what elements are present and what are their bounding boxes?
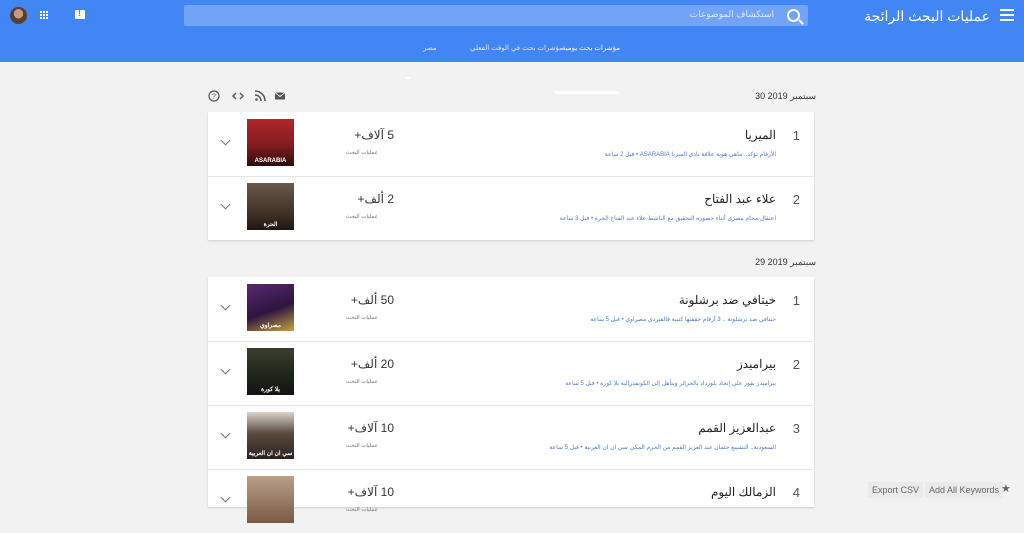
trend-article[interactable]: اعتقال محام مصري أثناء حضوره التحقيق مع … — [560, 215, 776, 222]
search-count-label: عمليات البحث — [345, 443, 378, 449]
tab-daily-trends[interactable]: مؤشرات بحث يومية — [562, 44, 620, 52]
thumbnail-source: سي ان ان العربية — [248, 451, 293, 457]
table-row[interactable]: 2 بيراميدز بيراميدز يفوز على إتحاد بلوزد… — [208, 341, 814, 406]
trend-article[interactable]: الأرقام تؤكد.. ماهي هوية علاقة نادي المي… — [605, 151, 776, 158]
table-row[interactable]: 1 الميريا الأرقام تؤكد.. ماهي هوية علاقة… — [208, 112, 814, 177]
date-heading: 29 سبتمبر 2019 — [755, 257, 816, 267]
app-title: عمليات البحث الرائجة — [864, 8, 990, 24]
chevron-down-icon[interactable] — [220, 199, 231, 210]
svg-text:?: ? — [212, 94, 216, 101]
top-app-bar: عمليات البحث الرائجة استكشاف الموضوعات م… — [0, 0, 1024, 94]
search-input[interactable]: استكشاف الموضوعات — [184, 5, 808, 26]
search-count-label: عمليات البحث — [345, 150, 378, 156]
trend-title[interactable]: عبدالعزيز القمم — [698, 421, 776, 435]
chevron-down-icon[interactable] — [220, 135, 231, 146]
search-count: 20 ألف+ — [350, 357, 394, 371]
date-heading: 30 سبتمبر 2019 — [755, 91, 816, 101]
search-placeholder: استكشاف الموضوعات — [689, 9, 774, 19]
trend-rank: 3 — [792, 421, 800, 436]
chevron-down-icon[interactable] — [220, 364, 231, 375]
feedback-icon[interactable] — [75, 8, 85, 19]
trend-rank: 2 — [792, 192, 800, 207]
rss-icon[interactable] — [254, 90, 266, 102]
add-all-keywords-button[interactable]: Add All Keywords — [925, 482, 1004, 498]
search-count-label: عمليات البحث — [345, 214, 378, 220]
avatar[interactable] — [10, 7, 27, 24]
trend-thumbnail[interactable] — [247, 476, 294, 523]
trend-thumbnail[interactable]: ASARABIA — [247, 119, 294, 166]
tab-bar: مؤشرات بحث يومية مؤشرات بحث في الوقت الف… — [0, 32, 1024, 94]
trend-title[interactable]: الميريا — [745, 128, 776, 142]
search-count-label: عمليات البحث — [345, 315, 378, 321]
trend-article[interactable]: بيراميدز يفوز على إتحاد بلوزداد بالجزائر… — [565, 380, 776, 387]
trend-article[interactable]: خيتافي ضد برشلونة .. 3 أرقام حققتها كتيب… — [590, 316, 776, 323]
apps-grid-icon[interactable] — [40, 11, 49, 20]
trend-thumbnail[interactable]: مصراوي — [247, 284, 294, 331]
trend-title[interactable]: علاء عبد الفتاح — [704, 192, 776, 206]
table-row[interactable]: 3 عبدالعزيز القمم السعودية.. التشييع جثم… — [208, 405, 814, 470]
thumbnail-source: مصراوي — [260, 323, 281, 329]
search-count: 2 ألف+ — [357, 192, 394, 206]
trend-thumbnail[interactable]: الحرة — [247, 183, 294, 230]
export-csv-button[interactable]: Export CSV — [868, 482, 924, 498]
search-count: 50 ألف+ — [350, 293, 394, 307]
chevron-down-icon[interactable] — [220, 428, 231, 439]
trend-title[interactable]: خيتافي ضد برشلونة — [679, 293, 776, 307]
trend-thumbnail[interactable]: سي ان ان العربية — [247, 412, 294, 459]
active-tab-indicator — [555, 91, 619, 94]
search-count-label: عمليات البحث — [345, 379, 378, 385]
thumbnail-source: الحرة — [263, 222, 278, 228]
trend-rank: 1 — [792, 293, 800, 308]
thumbnail-source: ASARABIA — [254, 158, 287, 164]
table-row[interactable]: 4 الزمالك اليوم 10 آلاف+ عمليات البحث — [208, 469, 814, 533]
search-count: 10 آلاف+ — [347, 485, 394, 499]
tab-country-select[interactable]: مصر — [423, 44, 437, 52]
trend-title[interactable]: الزمالك اليوم — [711, 485, 776, 499]
header-row: عمليات البحث الرائجة استكشاف الموضوعات — [0, 0, 1024, 32]
trend-rank: 1 — [792, 128, 800, 143]
search-count-label: عمليات البحث — [345, 507, 378, 513]
search-count: 10 آلاف+ — [347, 421, 394, 435]
search-count: 5 آلاف+ — [354, 128, 394, 142]
table-row[interactable]: 2 علاء عبد الفتاح اعتقال محام مصري أثناء… — [208, 176, 814, 240]
thumbnail-source: يلا كورة — [261, 387, 280, 393]
trend-card: 1 خيتافي ضد برشلونة خيتافي ضد برشلونة ..… — [208, 277, 814, 523]
trend-thumbnail[interactable]: يلا كورة — [247, 348, 294, 395]
trend-title[interactable]: بيراميدز — [737, 357, 776, 371]
chevron-down-icon[interactable] — [405, 77, 411, 81]
tab-realtime-trends[interactable]: مؤشرات بحث في الوقت الفعلي — [470, 44, 563, 52]
email-icon[interactable] — [274, 90, 286, 102]
search-icon[interactable] — [787, 9, 800, 22]
star-icon[interactable]: ★ — [1001, 482, 1011, 495]
chevron-down-icon[interactable] — [220, 300, 231, 311]
table-row[interactable]: 1 خيتافي ضد برشلونة خيتافي ضد برشلونة ..… — [208, 277, 814, 342]
embed-icon[interactable] — [232, 90, 244, 102]
help-icon[interactable]: ? — [208, 90, 220, 102]
trend-article[interactable]: السعودية.. التشييع جثمان عبد العزيز القم… — [549, 444, 776, 451]
trend-rank: 2 — [792, 357, 800, 372]
trend-card: 1 الميريا الأرقام تؤكد.. ماهي هوية علاقة… — [208, 112, 814, 240]
menu-icon[interactable] — [1000, 9, 1014, 21]
